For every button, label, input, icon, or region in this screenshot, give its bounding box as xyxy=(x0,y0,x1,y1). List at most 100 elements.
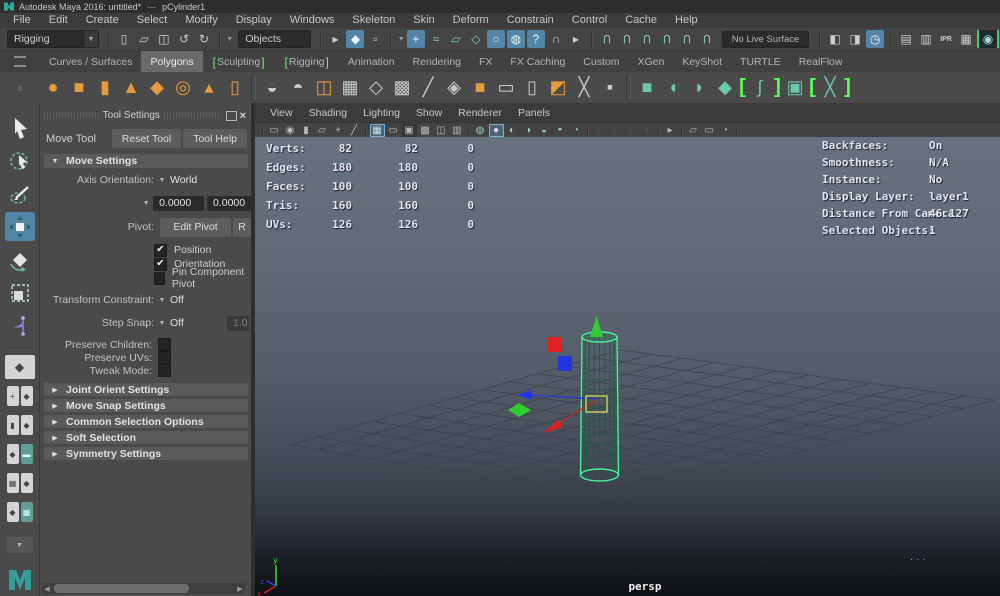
save-scene-icon[interactable]: ◫ xyxy=(155,30,173,48)
menubar-item[interactable]: Select xyxy=(128,13,177,28)
render-settings-icon[interactable]: ▦ xyxy=(957,30,975,48)
rotate-tool[interactable] xyxy=(5,245,35,274)
scale-tool[interactable] xyxy=(5,278,35,307)
tool-settings-titlebar[interactable]: Tool Settings × xyxy=(40,108,251,123)
shelf-tab[interactable]: [ Animation ] xyxy=(339,51,404,72)
shelf-tab[interactable]: [ Rendering ] xyxy=(404,51,470,72)
field-chart-icon[interactable]: ◫ xyxy=(434,124,449,137)
exposure-icon[interactable]: ◔ xyxy=(718,124,733,137)
snap-to-point-icon[interactable]: ⊃ xyxy=(638,30,656,48)
uv-editor-icon[interactable]: ▣ xyxy=(782,74,808,101)
select-tool[interactable] xyxy=(5,113,35,142)
selection-mask-dropdown[interactable]: Objects xyxy=(238,30,310,48)
menubar-item[interactable]: File xyxy=(4,13,40,28)
snap-to-view-plane-icon[interactable]: ⊃ xyxy=(678,30,696,48)
transform-constraint-value[interactable]: Off xyxy=(170,294,184,306)
preserve-children-checkbox[interactable]: Preserve Children: ✔ xyxy=(46,338,251,351)
vp-separator[interactable] xyxy=(365,125,366,136)
checkbox[interactable]: ✔ xyxy=(154,258,167,271)
retopologize-icon[interactable]: ▩ xyxy=(389,74,415,101)
xray-joints-icon[interactable]: ◌ xyxy=(608,124,623,137)
poly-torus-icon[interactable]: ◎ xyxy=(170,74,196,101)
checkbox[interactable]: ✔ xyxy=(154,244,167,257)
render-view-icon[interactable]: ▤ xyxy=(897,30,915,48)
chevron-down-icon[interactable]: ▼ xyxy=(154,177,170,184)
shelf-bracket-close[interactable]: ] xyxy=(843,74,852,101)
isolate-select-icon[interactable]: ▸ xyxy=(663,124,678,137)
render-current-frame-icon[interactable]: ▥ xyxy=(917,30,935,48)
viewport-menu-item[interactable]: Renderer xyxy=(450,105,510,122)
redo-icon[interactable]: ↻ xyxy=(195,30,213,48)
menubar-item[interactable]: Constrain xyxy=(498,13,563,28)
backface-culling-icon[interactable]: ◌ xyxy=(624,124,639,137)
mask-expand-icon[interactable]: ▼ xyxy=(225,36,234,43)
menuset-dropdown[interactable]: Rigging ▼ xyxy=(7,30,99,48)
insert-edge-loop-icon[interactable]: ▭ xyxy=(493,74,519,101)
shelf-tab[interactable]: [ FX Caching ] xyxy=(501,51,574,72)
move-y-field[interactable]: 0.0000 xyxy=(207,196,251,211)
vp-separator[interactable] xyxy=(658,125,659,136)
shrink-wrap-icon[interactable]: ╳ xyxy=(817,74,843,101)
menubar-item[interactable]: Skin xyxy=(404,13,443,28)
grease-pencil-settings-icon[interactable]: ▭ xyxy=(702,124,717,137)
poly-pyramid-icon[interactable]: ▴ xyxy=(196,74,222,101)
bookmark-icon[interactable]: ▮ xyxy=(299,124,314,137)
shelf-tab[interactable]: [ Custom ] xyxy=(574,51,628,72)
relax-brush-icon[interactable]: ◗ xyxy=(686,74,712,101)
plugin-render-icon[interactable]: ◉ xyxy=(977,30,999,48)
hypershade-persp-layout-button[interactable]: ▦◆ xyxy=(5,471,35,495)
move-settings-section-header[interactable]: ▼ Move Settings xyxy=(44,154,248,168)
select-deformation-mask-icon[interactable]: ◇ xyxy=(467,30,485,48)
scroll-right-icon[interactable]: ▶ xyxy=(235,585,245,593)
live-surface-field[interactable]: No Live Surface xyxy=(722,31,809,48)
menubar-item[interactable]: Edit xyxy=(40,13,77,28)
poly-plane-icon[interactable]: ◆ xyxy=(144,74,170,101)
make-live-icon[interactable]: ⊃ xyxy=(698,30,716,48)
ipr-render-icon[interactable]: IPR xyxy=(937,30,955,48)
motion-blur-icon[interactable]: ◔ xyxy=(569,124,584,137)
menubar-item[interactable]: Deform xyxy=(444,13,498,28)
boolean-icon[interactable]: ▦ xyxy=(337,74,363,101)
persp-outliner-layout-button[interactable]: ◆▬ xyxy=(5,442,35,466)
shelf-tab[interactable]: [ TURTLE ] xyxy=(731,51,790,72)
yz-plane-handle[interactable] xyxy=(548,337,562,352)
snap-to-grid-icon[interactable]: ⊃ xyxy=(598,30,616,48)
checkbox[interactable]: ✔ xyxy=(158,351,171,364)
paint-select-tool[interactable] xyxy=(5,179,35,208)
sculpt-objects-icon[interactable]: ◆ xyxy=(712,74,738,101)
checkbox[interactable]: ✔ xyxy=(158,338,171,351)
step-snap-value[interactable]: Off xyxy=(170,317,227,329)
vp-separator[interactable] xyxy=(681,125,682,136)
selection-highlight-icon[interactable]: ▫ xyxy=(640,124,655,137)
shelf-bracket-open[interactable]: [ xyxy=(738,74,747,101)
select-object-mode-icon[interactable]: ◆ xyxy=(346,30,364,48)
film-gate-icon[interactable]: ▭ xyxy=(386,124,401,137)
sculpt-tool-icon[interactable]: ■ xyxy=(634,74,660,101)
menubar-item[interactable]: Create xyxy=(77,13,128,28)
menubar-item[interactable]: Help xyxy=(666,13,707,28)
gate-mask-icon[interactable]: ▩ xyxy=(418,124,433,137)
wireframe-mode-icon[interactable]: ◍ xyxy=(473,124,488,137)
input-connections-icon[interactable]: ◧ xyxy=(826,30,844,48)
move-tool[interactable] xyxy=(5,212,35,241)
shelf-tab[interactable]: [ FX ] xyxy=(470,51,501,72)
shelf-tab[interactable]: [ KeyShot ] xyxy=(673,51,731,72)
viewport-menu-item[interactable]: Shading xyxy=(301,105,356,122)
textured-mode-icon[interactable]: ◐ xyxy=(505,124,520,137)
settings-section-header[interactable]: ▶ Common Selection Options xyxy=(44,415,248,428)
poly-sphere-icon[interactable]: ● xyxy=(40,74,66,101)
select-handle-mask-icon[interactable]: + xyxy=(407,30,425,48)
scrollbar-thumb[interactable] xyxy=(54,584,189,593)
vp-separator[interactable] xyxy=(468,125,469,136)
menubar-item[interactable]: Cache xyxy=(616,13,666,28)
snap-to-curve-icon[interactable]: ⊃ xyxy=(618,30,636,48)
select-hierarchy-mode-icon[interactable]: ▸ xyxy=(326,30,344,48)
grid-toggle-icon[interactable]: ▦ xyxy=(370,124,385,137)
construction-history-icon[interactable]: ◷ xyxy=(866,30,884,48)
open-scene-icon[interactable]: ▱ xyxy=(135,30,153,48)
2d-pan-zoom-icon[interactable]: + xyxy=(331,124,346,137)
move-x-field[interactable]: 0.0000 xyxy=(153,196,204,211)
shelf-tab[interactable]: [ Curves / Surfaces ] xyxy=(40,51,141,72)
bevel-icon[interactable]: ◩ xyxy=(545,74,571,101)
combine-icon[interactable]: ◒ xyxy=(259,74,285,101)
